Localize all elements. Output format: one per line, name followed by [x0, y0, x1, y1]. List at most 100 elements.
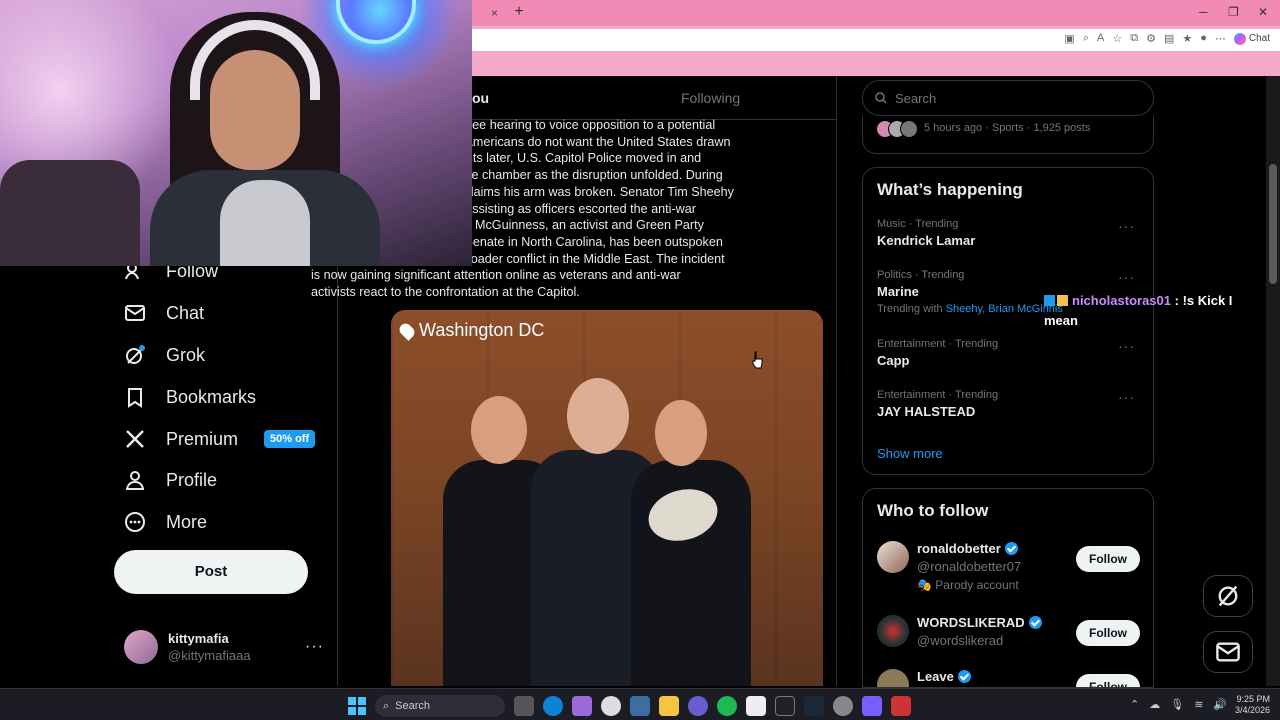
task-view-icon[interactable] — [514, 696, 534, 716]
spotify-icon[interactable] — [717, 696, 737, 716]
show-more-link[interactable]: Show more — [877, 446, 943, 461]
chat-badge-icon — [1057, 295, 1068, 306]
folder-icon[interactable] — [659, 696, 679, 716]
search-icon: ⌕ — [383, 699, 390, 712]
start-menu-icon[interactable] — [348, 697, 366, 715]
messages-float-button[interactable] — [1203, 631, 1253, 673]
avatar — [877, 615, 909, 647]
minimize-button[interactable]: ─ — [1199, 5, 1208, 19]
parody-label: 🎭 Parody account — [917, 578, 1019, 592]
copilot-icon[interactable] — [572, 696, 592, 716]
left-navigation: Follow Chat Grok Bookmarks Premium 50% o… — [0, 261, 338, 686]
nav-item-chat[interactable]: Chat — [124, 297, 204, 329]
search-input[interactable]: Search — [862, 80, 1154, 116]
who-to-follow-title: Who to follow — [877, 501, 989, 520]
trend-name: JAY HALSTEAD — [877, 404, 976, 419]
trend-more-button[interactable]: ··· — [1118, 338, 1135, 354]
follow-name-text: Leave — [917, 669, 954, 684]
nav-item-grok[interactable]: Grok — [124, 339, 205, 371]
address-bar[interactable]: ▣ ⌕ A ☆ ⧉ ⚙ ▤ ★ ● ⋯ Chat — [472, 29, 1280, 51]
favorite-star-icon[interactable]: ☆ — [1112, 32, 1122, 45]
scrollbar-thumb[interactable] — [1269, 164, 1277, 284]
follow-handle: @ronaldobetter07 — [917, 559, 1022, 574]
taskbar-clock[interactable]: 9:25 PM 3/4/2026 — [1230, 694, 1270, 716]
streamer-top — [220, 180, 310, 266]
post-button[interactable]: Post — [114, 550, 308, 594]
microphone-icon[interactable]: 🎙 — [1170, 698, 1184, 711]
edge-icon[interactable] — [543, 696, 563, 716]
trend-item[interactable]: Music · Trending Kendrick Lamar ··· — [877, 218, 1141, 248]
clock-time: 9:25 PM — [1236, 694, 1270, 704]
trend-item[interactable]: Entertainment · Trending Capp ··· — [877, 338, 1141, 368]
reader-icon[interactable]: ▣ — [1064, 32, 1074, 45]
taskbar-search[interactable]: ⌕ Search — [375, 695, 505, 717]
trend-name: Capp — [877, 353, 910, 368]
profile-name: kittymafia — [168, 631, 229, 646]
sports-trend-card[interactable]: 5 hours ago · Sports · 1,925 posts — [862, 116, 1154, 154]
tab-following[interactable]: Following — [681, 90, 740, 106]
cloud-icon[interactable]: ☁ — [1149, 698, 1160, 711]
extensions-icon[interactable]: ⚙ — [1146, 32, 1156, 45]
trend-more-button[interactable]: ··· — [1118, 269, 1135, 285]
nav-item-profile[interactable]: Profile — [124, 464, 217, 496]
taskbar-search-label: Search — [395, 700, 431, 712]
follow-name-text: WORDSLIKERAD — [917, 615, 1025, 630]
tab-for-you[interactable]: ou — [472, 90, 489, 106]
follow-suggestion[interactable]: WORDSLIKERAD @wordslikerad Follow — [877, 613, 1143, 673]
red-app-icon[interactable] — [891, 696, 911, 716]
steam-icon[interactable] — [804, 696, 824, 716]
verified-badge-icon — [1028, 616, 1042, 629]
account-switcher[interactable]: kittymafia @kittymafiaaa — [124, 630, 251, 664]
follow-button[interactable]: Follow — [1076, 620, 1140, 646]
whats-happening-title: What’s happening — [877, 180, 1023, 199]
epic-games-icon[interactable] — [775, 696, 795, 716]
nav-item-more[interactable]: More — [124, 506, 207, 538]
favorites-icon[interactable]: ★ — [1182, 32, 1192, 45]
close-window-button[interactable]: ✕ — [1258, 5, 1268, 19]
taskbar-apps: ⌕ Search — [348, 695, 911, 717]
follow-suggestion[interactable]: ronaldobetter @ronaldobetter07 🎭 Parody … — [877, 539, 1143, 599]
wifi-icon[interactable]: ≋ — [1194, 698, 1203, 711]
trend-meta: Entertainment · Trending — [877, 338, 999, 350]
x-logo-icon — [124, 428, 146, 450]
account-more-button[interactable]: ··· — [305, 638, 324, 656]
grok-icon — [1218, 585, 1238, 607]
grok-float-button[interactable] — [1203, 575, 1253, 617]
nav-label-premium: Premium — [166, 428, 239, 449]
follow-button[interactable]: Follow — [1076, 674, 1140, 687]
store-icon[interactable] — [630, 696, 650, 716]
profile-icon[interactable]: ● — [1200, 32, 1207, 45]
trend-meta: Music · Trending — [877, 218, 959, 230]
nav-item-premium[interactable]: Premium 50% off — [124, 423, 316, 455]
right-sidebar: Search 5 hours ago · Sports · 1,925 post… — [862, 76, 1154, 688]
marine-head — [567, 378, 629, 454]
ghost-app-icon[interactable] — [601, 696, 621, 716]
trend-name: Kendrick Lamar — [877, 233, 976, 248]
chat-app-icon[interactable] — [862, 696, 882, 716]
maximize-button[interactable]: ❐ — [1228, 5, 1239, 19]
zoom-icon[interactable]: ⌕ — [1083, 32, 1089, 45]
notepad-icon[interactable] — [746, 696, 766, 716]
nav-label-chat: Chat — [166, 302, 205, 323]
copilot-chat-button[interactable]: Chat — [1233, 32, 1270, 45]
split-screen-icon[interactable]: ⧉ — [1130, 32, 1138, 45]
chevron-up-icon[interactable]: ⌃ — [1130, 698, 1139, 711]
location-tag: Washington DC — [397, 320, 544, 341]
trend-more-button[interactable]: ··· — [1118, 389, 1135, 405]
discord-icon[interactable] — [688, 696, 708, 716]
follow-suggestion[interactable]: Leave Follow — [877, 667, 1143, 687]
page-scrollbar[interactable] — [1266, 76, 1280, 686]
read-aloud-icon[interactable]: A — [1097, 32, 1104, 45]
menu-icon[interactable]: ⋯ — [1215, 32, 1226, 45]
follow-button[interactable]: Follow — [1076, 546, 1140, 572]
trend-item[interactable]: Entertainment · Trending JAY HALSTEAD ··… — [877, 389, 1141, 419]
follow-name: Leave — [917, 669, 971, 684]
volume-icon[interactable]: 🔊 — [1213, 698, 1227, 711]
obs-icon[interactable] — [833, 696, 853, 716]
tab-close-button[interactable]: × — [491, 6, 498, 20]
nav-item-bookmarks[interactable]: Bookmarks — [124, 381, 256, 413]
trend-more-button[interactable]: ··· — [1118, 218, 1135, 234]
collections-icon[interactable]: ▤ — [1164, 32, 1174, 45]
new-tab-button[interactable]: + — [511, 4, 527, 20]
chair — [0, 160, 140, 266]
